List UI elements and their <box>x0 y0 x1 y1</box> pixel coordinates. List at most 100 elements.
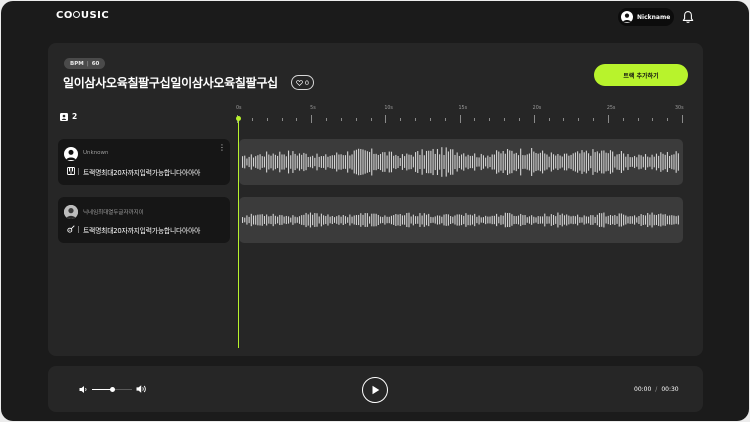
waveform-bar <box>255 156 257 168</box>
track-waveform[interactable] <box>239 197 683 243</box>
waveform-bar <box>524 215 526 225</box>
waveform-bar <box>592 215 594 225</box>
waveform-bar <box>566 214 568 226</box>
waveform-bar <box>662 153 664 171</box>
waveform-bar <box>596 151 598 173</box>
waveform-bar <box>261 156 263 168</box>
waveform-bar <box>242 217 244 223</box>
waveform-bar <box>585 216 587 224</box>
track-card[interactable]: Unknown ⋮ 트랙명최대20자까지입력가능합니다아아아 <box>58 139 230 185</box>
waveform-bar <box>673 154 675 170</box>
waveform-bar <box>362 214 364 226</box>
track-waveform[interactable] <box>239 139 683 185</box>
waveform-bar <box>298 216 301 224</box>
waveform-bar <box>531 215 533 225</box>
waveform-bar <box>640 155 642 169</box>
timeline-minor-tick <box>622 118 624 121</box>
waveform-bar <box>355 149 357 175</box>
volume-low-icon[interactable] <box>79 385 88 394</box>
bpm-value: 60 <box>91 60 100 67</box>
user-avatar-icon <box>621 11 633 23</box>
waveform-bar <box>513 215 515 225</box>
waveform-bar <box>353 150 355 174</box>
notification-bell-icon[interactable] <box>682 10 694 24</box>
waveform-bar <box>570 216 572 224</box>
waveform-bar <box>358 148 360 176</box>
waveform-bar <box>531 148 533 176</box>
waveform-bar <box>450 149 452 175</box>
waveform-bar <box>252 157 255 167</box>
waveform-bar <box>290 155 292 169</box>
add-track-button[interactable]: 트랙 추가하기 <box>594 64 688 86</box>
waveform-bar <box>377 215 379 226</box>
bpm-separator: | <box>86 60 89 67</box>
waveform-bar <box>601 213 603 227</box>
waveform-bar <box>360 148 362 176</box>
waveform-bar <box>281 215 283 225</box>
waveform-bar <box>568 155 570 169</box>
waveform-bar <box>266 214 268 226</box>
waveform-bar <box>491 215 493 225</box>
waveform-bar <box>511 150 513 174</box>
piano-icon <box>67 167 75 175</box>
timeline-minor-tick <box>504 118 505 121</box>
waveform-bar <box>546 154 548 170</box>
volume-slider[interactable] <box>92 387 132 392</box>
timeline-minor-tick <box>489 118 490 121</box>
waveform-bar <box>623 153 625 171</box>
current-time: 00:00 <box>634 386 652 393</box>
waveform-bar <box>303 152 305 172</box>
waveform-bar <box>583 152 585 172</box>
bpm-label: BPM <box>70 60 84 67</box>
waveform-bar <box>333 217 336 223</box>
volume-high-icon[interactable] <box>136 384 147 394</box>
waveform-bar <box>647 212 649 228</box>
waveform-bar <box>417 216 419 224</box>
waveform-bar <box>546 216 548 224</box>
waveform-bar <box>434 216 436 224</box>
waveform-bar <box>285 215 287 225</box>
waveform-bar <box>605 152 607 172</box>
waveform-bar <box>658 214 660 226</box>
waveform-bar <box>274 215 276 225</box>
waveform-bar <box>517 155 520 169</box>
waveform-bar <box>636 157 638 167</box>
app-logo[interactable]: CO USIC <box>56 10 109 21</box>
waveform-bar <box>379 153 382 171</box>
waveform-bar <box>347 217 349 223</box>
play-button[interactable] <box>362 377 388 403</box>
timeline-label: 15s <box>458 106 468 111</box>
waveform-bar <box>640 214 642 226</box>
waveform-bar <box>316 213 318 227</box>
track-user-name: Unknown <box>83 150 109 156</box>
waveform-bar <box>548 216 550 224</box>
waveform-bar <box>469 214 471 226</box>
user-profile-button[interactable]: Nickname <box>618 8 674 26</box>
waveform-bar <box>342 215 344 225</box>
volume-knob[interactable] <box>109 387 115 392</box>
waveform-bar <box>467 154 469 170</box>
waveform-bar <box>585 150 587 174</box>
waveform-bar <box>662 214 664 226</box>
playhead-handle[interactable] <box>236 116 241 121</box>
track-card[interactable]: 닉네임최대열두글자까지이 트랙명최대20자까지입력가능합니다아아아 <box>58 197 230 243</box>
waveform-bar <box>388 151 390 173</box>
waveform-bar <box>596 214 598 226</box>
waveform-bar <box>522 215 524 225</box>
waveform-bar <box>371 148 373 176</box>
like-button[interactable]: 0 <box>291 75 314 90</box>
waveform-bar <box>607 153 609 171</box>
waveform-bar <box>290 217 292 223</box>
waveform-bar <box>588 216 590 224</box>
waveform-bar <box>307 156 309 168</box>
waveform-bar <box>535 152 537 172</box>
waveform-bar <box>301 215 303 225</box>
more-menu-icon[interactable]: ⋮ <box>218 144 226 152</box>
waveform-bar <box>487 155 489 169</box>
project-panel: BPM | 60 일이삼사오육칠팔구십일이삼사오육칠팔구십 0 트랙 추가하기 2 … <box>48 43 703 356</box>
app-window: CO USIC Nickname BPM | 60 일이삼사오육칠팔구십일이삼사오육칠… <box>1 1 749 421</box>
timeline-ruler[interactable]: 0s 5s 10s 15s 20s 25s 30s <box>236 106 685 126</box>
waveform-bar <box>555 155 557 169</box>
waveform-bar <box>581 150 583 174</box>
waveform-bar <box>445 214 447 226</box>
